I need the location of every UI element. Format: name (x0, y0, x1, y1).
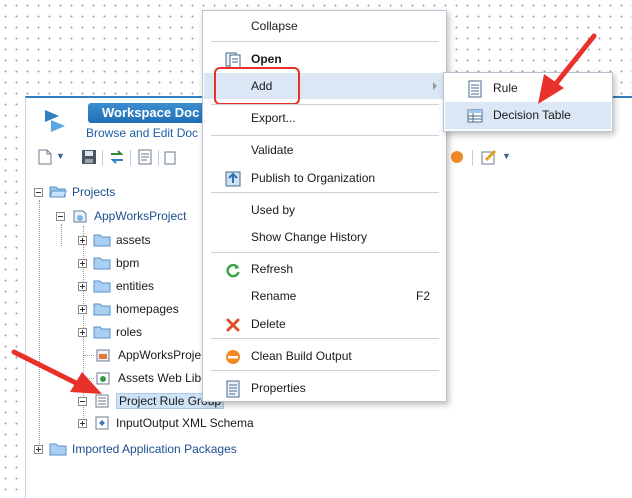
folder-icon (49, 443, 67, 456)
properties-icon (226, 380, 240, 398)
menu-item-clean-build-output[interactable]: Clean Build Output (204, 343, 445, 369)
submenu-arrow-icon (433, 82, 437, 90)
expand-toggle-icon[interactable] (78, 281, 87, 291)
decision-table-icon (467, 109, 483, 123)
publish-icon (225, 171, 241, 187)
tree-item-label: bpm (116, 256, 140, 270)
tree-item-roles[interactable]: roles (78, 322, 142, 342)
tree-item-projects[interactable]: Projects (34, 182, 115, 202)
refresh-icon (226, 263, 240, 278)
menu-item-refresh[interactable]: Refresh (204, 256, 445, 282)
folder-icon (93, 326, 111, 339)
tree-item-label: roles (116, 325, 143, 339)
clean-build-icon (226, 350, 240, 364)
expand-toggle-icon[interactable] (78, 304, 87, 314)
tree-item-label: AppWorksProje (118, 348, 202, 362)
tree-item-appworksproject-package[interactable]: AppWorksProje (93, 345, 201, 365)
menu-item-properties[interactable]: Properties (204, 375, 445, 401)
tree-item-homepages[interactable]: homepages (78, 299, 179, 319)
tree-item-label: AppWorksProject (94, 209, 187, 223)
copy-icon[interactable] (162, 148, 180, 166)
shortcut-label: F2 (416, 289, 431, 303)
edit-properties-icon[interactable] (480, 148, 498, 166)
tree-item-label: homepages (116, 302, 179, 316)
tree-item-assets[interactable]: assets (78, 230, 151, 250)
tree-item-entities[interactable]: entities (78, 276, 154, 296)
save-icon[interactable] (80, 148, 98, 166)
folder-icon (93, 257, 111, 270)
menu-item-show-change-history[interactable]: Show Change History (204, 224, 445, 250)
project-icon (73, 210, 87, 223)
tree-item-inputoutput-xml-schema[interactable]: InputOutput XML Schema (78, 413, 254, 433)
sync-icon[interactable] (108, 148, 126, 166)
collapse-toggle-icon[interactable] (34, 187, 43, 197)
folder-icon (93, 234, 111, 247)
rule-icon (468, 80, 482, 98)
new-document-icon[interactable] (36, 148, 54, 166)
annotation-arrow-icon (538, 33, 597, 104)
folder-open-icon (49, 186, 67, 198)
document-icon[interactable] (136, 148, 154, 166)
tree-item-label: Imported Application Packages (72, 442, 237, 456)
expand-toggle-icon[interactable] (78, 235, 87, 245)
menu-item-rename[interactable]: Rename F2 (204, 283, 445, 309)
tree-item-label: InputOutput XML Schema (116, 416, 254, 430)
chevron-down-icon[interactable]: ▼ (502, 151, 511, 163)
menu-item-collapse[interactable]: Collapse (204, 13, 445, 39)
expand-toggle-icon[interactable] (78, 327, 87, 337)
menu-item-export[interactable]: Export... (204, 105, 445, 131)
xml-schema-icon (95, 416, 109, 430)
menu-item-validate[interactable]: Validate (204, 137, 445, 163)
folder-icon (93, 303, 111, 316)
workspace-logo-icon (45, 110, 65, 132)
folder-icon (93, 280, 111, 293)
expand-toggle-icon[interactable] (78, 258, 87, 268)
tree-item-imported-application-packages[interactable]: Imported Application Packages (34, 439, 237, 459)
menu-item-delete[interactable]: Delete (204, 311, 445, 337)
stop-icon[interactable] (448, 148, 466, 166)
menu-item-used-by[interactable]: Used by (204, 197, 445, 223)
context-menu: Collapse Open Add Export... Validate Pub… (202, 10, 447, 402)
tree-item-appworksproject[interactable]: AppWorksProject (56, 206, 186, 226)
workspace-subtitle: Browse and Edit Doc (86, 126, 199, 140)
chevron-down-icon[interactable]: ▼ (56, 151, 65, 163)
delete-icon (226, 318, 240, 332)
tree-item-bpm[interactable]: bpm (78, 253, 139, 273)
expand-toggle-icon[interactable] (78, 418, 87, 428)
expand-toggle-icon[interactable] (34, 444, 43, 454)
collapse-toggle-icon[interactable] (56, 211, 65, 221)
tree-item-label: Projects (72, 185, 116, 199)
tree-item-label: Assets Web Lib (118, 371, 202, 385)
annotation-highlight-box (214, 67, 300, 105)
tree-item-label: assets (116, 233, 151, 247)
menu-item-publish-to-organization[interactable]: Publish to Organization (204, 165, 445, 191)
tree-item-label: entities (116, 279, 155, 293)
tree-item-assets-web-library[interactable]: Assets Web Lib (93, 368, 201, 388)
annotation-arrow-icon (11, 349, 102, 394)
